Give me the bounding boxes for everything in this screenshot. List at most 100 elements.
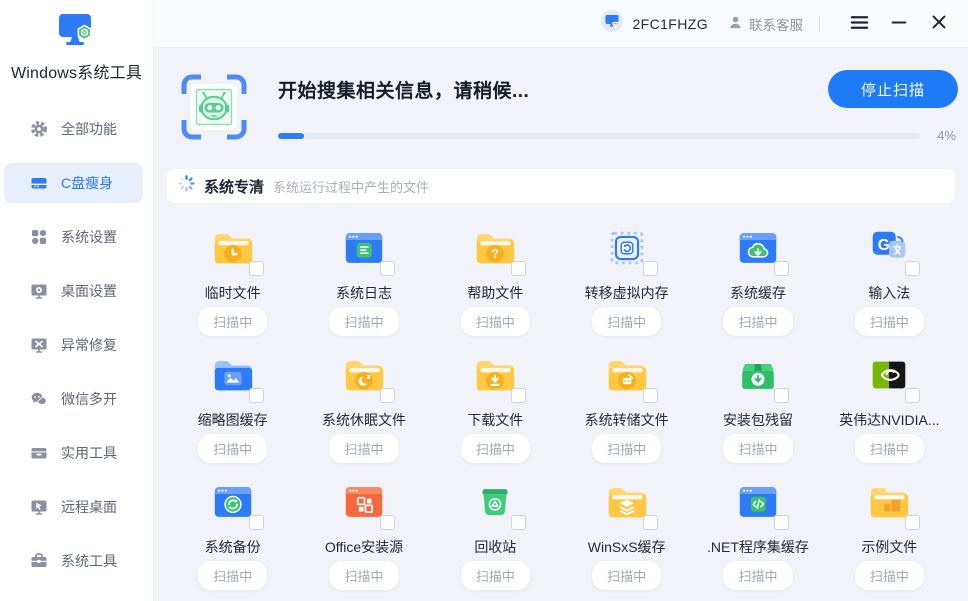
item-label: .NET程序集缓存 xyxy=(707,537,809,553)
item-label: 转移虚拟内存 xyxy=(585,283,669,299)
clean-item[interactable]: 系统转储文件 扫描中 xyxy=(561,336,692,463)
app-logo: Windows系统工具 xyxy=(0,0,153,83)
desktop-settings-icon xyxy=(30,282,48,300)
item-status-badge: 扫描中 xyxy=(592,561,661,590)
sidebar-item[interactable]: 全部功能 xyxy=(4,109,143,149)
item-label: 系统转储文件 xyxy=(585,410,669,426)
scan-progress: 4% xyxy=(278,128,958,143)
sidebar-item-label: 全部功能 xyxy=(61,119,117,139)
clean-item[interactable]: 系统缓存 扫描中 xyxy=(692,209,823,336)
clean-item[interactable]: 下载文件 扫描中 xyxy=(430,336,561,463)
clean-item[interactable]: 临时文件 扫描中 xyxy=(167,209,298,336)
section-header: 系统专清 系统运行过程中产生的文件 xyxy=(167,169,955,203)
item-checkbox[interactable] xyxy=(511,388,526,403)
clean-item[interactable]: 缩略图缓存 扫描中 xyxy=(167,336,298,463)
clean-item[interactable]: 系统休眠文件 扫描中 xyxy=(298,336,429,463)
account-avatar-icon xyxy=(600,9,624,38)
sidebar-item-label: 微信多开 xyxy=(61,389,117,409)
item-label: 缩略图缓存 xyxy=(198,410,268,426)
item-status-badge: 扫描中 xyxy=(329,561,398,590)
account-chip[interactable]: 2FC1FHZG xyxy=(600,9,708,38)
svg-text:G: G xyxy=(878,237,890,254)
clean-item[interactable]: ? 帮助文件 扫描中 xyxy=(430,209,561,336)
item-checkbox[interactable] xyxy=(249,388,264,403)
sidebar-item[interactable]: 远程桌面 xyxy=(4,487,143,527)
titlebar: 2FC1FHZG 联系客服 xyxy=(154,0,968,48)
progress-fill xyxy=(278,133,304,139)
clean-item[interactable]: 示例文件 扫描中 xyxy=(824,463,955,590)
item-label: 输入法 xyxy=(868,283,910,299)
item-label: 示例文件 xyxy=(861,537,917,553)
clean-item[interactable]: 系统日志 扫描中 xyxy=(298,209,429,336)
clean-item[interactable]: Office安装源 扫描中 xyxy=(298,463,429,590)
item-status-badge: 扫描中 xyxy=(723,307,792,336)
item-label: 下载文件 xyxy=(467,410,523,426)
sidebar-item[interactable]: 实用工具 xyxy=(4,433,143,473)
sidebar-item[interactable]: 系统设置 xyxy=(4,217,143,257)
main-area: 2FC1FHZG 联系客服 xyxy=(154,0,968,601)
clean-item[interactable]: .NET程序集缓存 扫描中 xyxy=(692,463,823,590)
sidebar: Windows系统工具 全部功能 C盘瘦身 系统设置 桌面设置 异常修复 微信多… xyxy=(0,0,154,601)
item-checkbox[interactable] xyxy=(905,515,920,530)
item-checkbox[interactable] xyxy=(905,388,920,403)
item-checkbox[interactable] xyxy=(774,515,789,530)
sidebar-item[interactable]: C盘瘦身 xyxy=(4,163,143,203)
menu-button[interactable] xyxy=(844,9,874,39)
app-logo-icon xyxy=(55,12,99,53)
disk-icon xyxy=(30,174,48,192)
item-status-badge: 扫描中 xyxy=(461,307,530,336)
wechat-icon xyxy=(30,390,48,408)
sidebar-item[interactable]: 系统工具 xyxy=(4,541,143,581)
item-status-badge: 扫描中 xyxy=(329,434,398,463)
item-label: 系统备份 xyxy=(205,537,261,553)
clean-item[interactable]: 安装包残留 扫描中 xyxy=(692,336,823,463)
item-checkbox[interactable] xyxy=(511,261,526,276)
item-checkbox[interactable] xyxy=(511,515,526,530)
sidebar-item-label: 实用工具 xyxy=(61,443,117,463)
item-checkbox[interactable] xyxy=(774,388,789,403)
stop-scan-button[interactable]: 停止扫描 xyxy=(828,70,958,108)
item-label: 系统日志 xyxy=(336,283,392,299)
spinner-icon xyxy=(178,175,195,197)
item-checkbox[interactable] xyxy=(249,515,264,530)
clean-item[interactable]: 系统备份 扫描中 xyxy=(167,463,298,590)
item-status-badge: 扫描中 xyxy=(723,434,792,463)
topbar-divider xyxy=(819,16,820,32)
sidebar-item[interactable]: 桌面设置 xyxy=(4,271,143,311)
clean-item[interactable]: 回收站 扫描中 xyxy=(430,463,561,590)
item-checkbox[interactable] xyxy=(643,388,658,403)
hamburger-icon xyxy=(849,12,870,36)
scan-status-text: 开始搜集相关信息，请稍候... xyxy=(278,76,529,103)
item-checkbox[interactable] xyxy=(905,261,920,276)
minimize-button[interactable] xyxy=(884,9,914,39)
sidebar-item-label: 系统设置 xyxy=(61,227,117,247)
minimize-icon xyxy=(889,12,909,35)
item-checkbox[interactable] xyxy=(380,261,395,276)
person-icon xyxy=(728,15,743,33)
contact-support-button[interactable]: 联系客服 xyxy=(728,14,803,34)
clean-item[interactable]: 英伟达NVIDIA... 扫描中 xyxy=(824,336,955,463)
sidebar-item[interactable]: 微信多开 xyxy=(4,379,143,419)
item-status-badge: 扫描中 xyxy=(855,561,924,590)
app-title: Windows系统工具 xyxy=(11,59,142,83)
clean-item[interactable]: 转移虚拟内存 扫描中 xyxy=(561,209,692,336)
sidebar-nav: 全部功能 C盘瘦身 系统设置 桌面设置 异常修复 微信多开 实用工具 远程桌面 … xyxy=(0,109,153,581)
progress-track xyxy=(278,133,920,139)
toolbox-icon xyxy=(30,552,48,570)
item-status-badge: 扫描中 xyxy=(198,561,267,590)
robot-scan-icon xyxy=(180,73,248,141)
contact-support-label: 联系客服 xyxy=(749,14,803,34)
clean-item[interactable]: G 输入法 扫描中 xyxy=(824,209,955,336)
item-checkbox[interactable] xyxy=(380,515,395,530)
item-label: 帮助文件 xyxy=(467,283,523,299)
item-status-badge: 扫描中 xyxy=(198,307,267,336)
item-checkbox[interactable] xyxy=(643,515,658,530)
item-checkbox[interactable] xyxy=(643,261,658,276)
item-checkbox[interactable] xyxy=(774,261,789,276)
item-checkbox[interactable] xyxy=(249,261,264,276)
clean-item[interactable]: WinSxS缓存 扫描中 xyxy=(561,463,692,590)
item-checkbox[interactable] xyxy=(380,388,395,403)
sidebar-item-label: 异常修复 xyxy=(61,335,117,355)
sidebar-item[interactable]: 异常修复 xyxy=(4,325,143,365)
close-button[interactable] xyxy=(924,9,954,39)
